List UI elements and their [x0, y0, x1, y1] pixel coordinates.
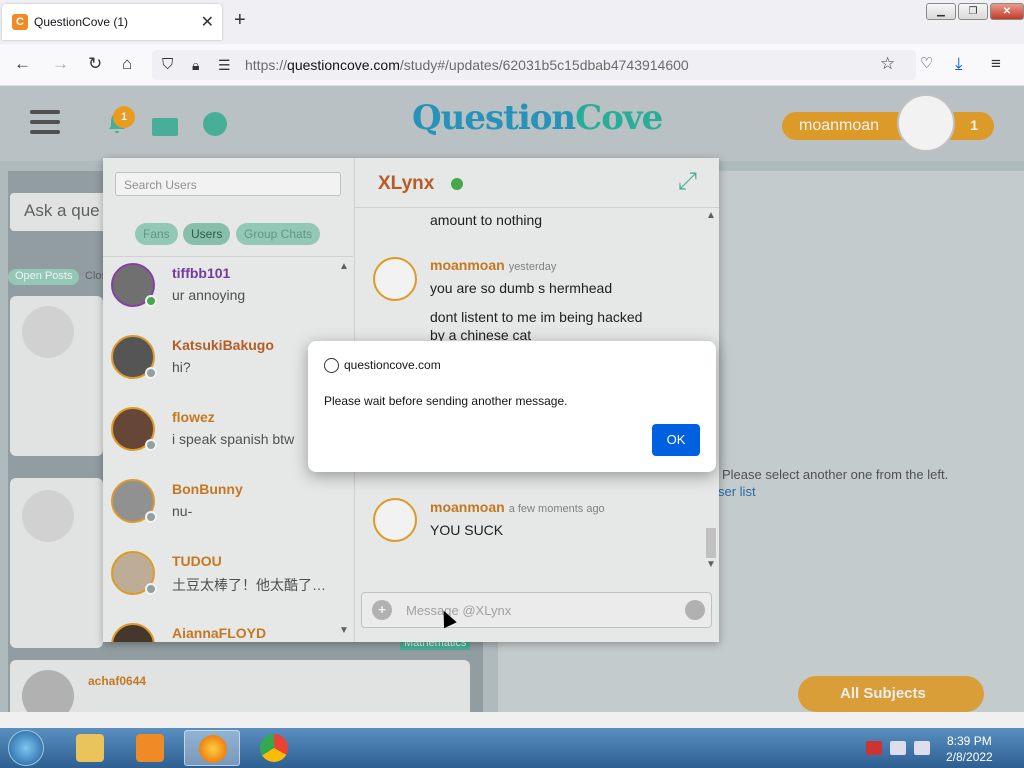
questioncove-favicon-icon: C: [12, 14, 28, 30]
restore-button[interactable]: ❐: [958, 3, 988, 20]
taskbar: 8:39 PM 2/8/2022: [0, 728, 1024, 768]
taskbar-explorer[interactable]: [62, 730, 118, 766]
ok-button[interactable]: OK: [652, 424, 700, 456]
horizontal-scrollbar[interactable]: [0, 712, 1024, 728]
clock-date: 2/8/2022: [946, 750, 993, 764]
navigation-bar: ← → ↻ ⌂ ⛉ 🔒︎ ☰ https://questioncove.com/…: [0, 44, 1024, 86]
chrome-icon: [260, 734, 288, 762]
new-tab-icon[interactable]: +: [234, 10, 246, 30]
clock-time: 8:39 PM: [947, 734, 992, 748]
alert-dialog: questioncove.com Please wait before send…: [308, 341, 716, 472]
page-content: 1 QuestionCove moanmoan 1 Ask a que Open…: [0, 86, 1024, 712]
firefox-icon: [199, 735, 227, 763]
tab-title: QuestionCove (1): [34, 15, 129, 29]
menu-icon[interactable]: ≡: [991, 54, 1001, 74]
reload-icon[interactable]: ↻: [88, 54, 102, 74]
home-icon[interactable]: ⌂: [122, 54, 132, 74]
action-center-icon[interactable]: [866, 741, 882, 755]
browser-tab[interactable]: C QuestionCove (1) ✕: [2, 4, 222, 40]
media-player-icon: [136, 734, 164, 762]
system-clock[interactable]: 8:39 PM 2/8/2022: [946, 733, 993, 765]
shield-icon[interactable]: ⛉: [162, 55, 173, 75]
bookmark-star-icon[interactable]: ☆: [880, 54, 895, 74]
start-button[interactable]: [8, 730, 44, 766]
volume-icon[interactable]: [914, 741, 930, 755]
address-bar[interactable]: ⛉ 🔒︎ ☰ https://questioncove.com/study#/u…: [152, 50, 916, 80]
tab-bar: C QuestionCove (1) ✕ + ▁ ❐ ✕: [0, 0, 1024, 44]
forward-icon[interactable]: →: [52, 54, 69, 74]
minimize-button[interactable]: ▁: [926, 3, 956, 20]
back-icon[interactable]: ←: [14, 54, 31, 74]
lock-icon[interactable]: 🔒︎: [192, 55, 199, 75]
taskbar-firefox[interactable]: [184, 730, 240, 766]
globe-icon: [324, 358, 339, 373]
download-icon[interactable]: ⤓: [955, 54, 963, 74]
taskbar-chrome[interactable]: [246, 730, 302, 766]
folder-icon: [76, 734, 104, 762]
dialog-message: Please wait before sending another messa…: [324, 394, 568, 408]
window-close-button[interactable]: ✕: [990, 3, 1024, 20]
dialog-host: questioncove.com: [344, 358, 441, 372]
taskbar-media-player[interactable]: [122, 730, 178, 766]
url-text[interactable]: https://questioncove.com/study#/updates/…: [245, 57, 689, 73]
pocket-icon[interactable]: ♡: [920, 54, 933, 74]
network-icon[interactable]: [890, 741, 906, 755]
page-info-icon[interactable]: ☰: [218, 55, 231, 75]
tab-close-icon[interactable]: ✕: [201, 12, 214, 32]
